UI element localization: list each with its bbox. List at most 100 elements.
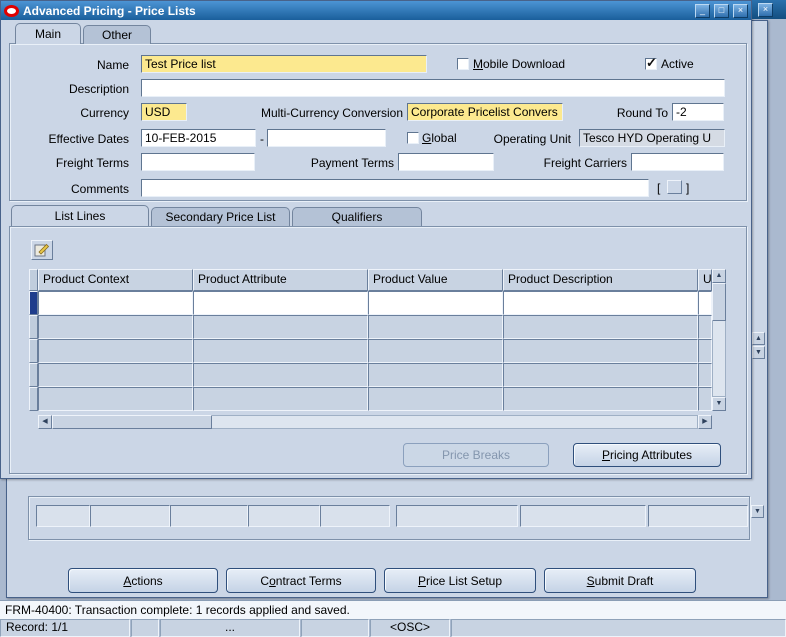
table-cell[interactable] [193,363,368,387]
scroll-up-button[interactable]: ▲ [752,332,765,345]
actions-button[interactable]: Actions [68,568,218,593]
table-cell[interactable] [503,291,698,315]
table-cell[interactable] [698,387,712,411]
table-cell[interactable] [368,315,503,339]
horizontal-scrollbar-thumb[interactable] [52,415,212,429]
vertical-scrollbar-thumb[interactable] [712,283,726,321]
arrow-left-icon: ◀ [42,418,48,425]
column-header-product-context[interactable]: Product Context [38,269,193,291]
table-cell[interactable] [38,363,193,387]
freight-carriers-input[interactable] [631,153,724,171]
table-cell[interactable] [38,291,193,315]
background-field[interactable] [520,505,646,527]
close-button[interactable]: × [733,3,748,18]
comments-input[interactable] [141,179,649,197]
row-selector[interactable] [29,339,38,363]
table-cell[interactable] [38,315,193,339]
row-selector[interactable] [29,315,38,339]
scroll-down-button[interactable]: ▼ [712,397,726,411]
scroll-right-button[interactable]: ▶ [698,415,712,429]
coordination-box[interactable] [667,180,682,194]
name-label: Name [96,58,129,72]
background-field[interactable] [170,505,248,527]
table-cell[interactable] [503,315,698,339]
background-field[interactable] [90,505,170,527]
arrow-down-icon: ▼ [755,349,762,356]
table-cell[interactable] [193,291,368,315]
round-to-input[interactable]: -2 [672,103,724,121]
table-cell[interactable] [698,291,712,315]
restore-icon: □ [718,4,725,15]
payment-terms-input[interactable] [398,153,494,171]
table-cell[interactable] [368,339,503,363]
table-cell[interactable] [503,363,698,387]
restore-button[interactable]: □ [714,3,729,18]
close-icon: × [737,4,744,15]
description-input[interactable] [141,79,725,97]
effective-from-input[interactable]: 10-FEB-2015 [141,129,256,147]
mdi-close-button[interactable]: × [758,2,773,17]
background-field[interactable] [36,505,90,527]
table-cell[interactable] [193,387,368,411]
open-editor-button[interactable] [31,240,53,260]
round-to-label: Round To [616,106,668,120]
record-bar-cell [451,619,786,637]
tab-list-lines[interactable]: List Lines [11,205,149,226]
column-header-product-description[interactable]: Product Description [503,269,698,291]
table-cell[interactable] [193,315,368,339]
title-bar[interactable]: Advanced Pricing - Price Lists _ □ × [1,1,751,20]
table-cell[interactable] [368,387,503,411]
table-cell[interactable] [38,387,193,411]
row-selector[interactable] [29,363,38,387]
table-cell[interactable] [368,363,503,387]
comments-label: Comments [70,182,129,196]
oracle-logo-icon[interactable] [4,4,19,17]
contract-terms-button[interactable]: Co ntract Terms [226,568,376,593]
table-cell[interactable] [698,363,712,387]
mobile-download-checkbox[interactable] [457,58,469,70]
description-label: Description [68,82,129,96]
editor-icon [34,243,50,257]
background-field[interactable] [248,505,320,527]
table-cell[interactable] [698,315,712,339]
application-frame: ▲ ▼ ▼ Actions Co ntract Terms Price List … [0,0,786,637]
status-bar: FRM-40400: Transaction complete: 1 recor… [0,600,786,619]
price-list-setup-button[interactable]: Price List Setup [384,568,536,593]
column-header-uom[interactable]: U [698,269,712,291]
currency-input[interactable]: USD [141,103,187,121]
pricing-attributes-button[interactable]: Pricing Attributes [573,443,721,467]
table-cell[interactable] [503,339,698,363]
effective-to-input[interactable] [267,129,386,147]
background-field[interactable] [320,505,390,527]
multi-currency-input[interactable]: Corporate Pricelist Convers [407,103,563,121]
table-cell[interactable] [38,339,193,363]
submit-draft-button[interactable]: Submit Draft [544,568,696,593]
background-field[interactable] [648,505,748,527]
bracket-close: ] [686,181,690,195]
scroll-up-button[interactable]: ▲ [712,269,726,283]
scroll-down-button[interactable]: ▼ [751,505,764,518]
freight-terms-input[interactable] [141,153,255,171]
tab-other[interactable]: Other [83,25,151,44]
row-selector[interactable] [29,387,38,411]
table-cell[interactable] [368,291,503,315]
table-cell[interactable] [698,339,712,363]
background-field[interactable] [396,505,518,527]
operating-unit-field[interactable]: Tesco HYD Operating U [579,129,725,147]
minimize-button[interactable]: _ [695,3,710,18]
table-cell[interactable] [193,339,368,363]
tab-secondary-price-list[interactable]: Secondary Price List [151,207,290,226]
bracket-open: [ [657,181,661,195]
scroll-left-button[interactable]: ◀ [38,415,52,429]
column-header-product-attribute[interactable]: Product Attribute [193,269,368,291]
tab-qualifiers[interactable]: Qualifiers [292,207,422,226]
scroll-down-button[interactable]: ▼ [752,346,765,359]
tab-main[interactable]: Main [15,23,81,44]
table-cell[interactable] [503,387,698,411]
row-selector[interactable] [29,291,38,315]
active-checkbox[interactable] [645,55,657,71]
global-checkbox[interactable] [407,132,419,144]
record-bar-cell [131,619,159,637]
name-input[interactable]: Test Price list [141,55,427,73]
column-header-product-value[interactable]: Product Value [368,269,503,291]
